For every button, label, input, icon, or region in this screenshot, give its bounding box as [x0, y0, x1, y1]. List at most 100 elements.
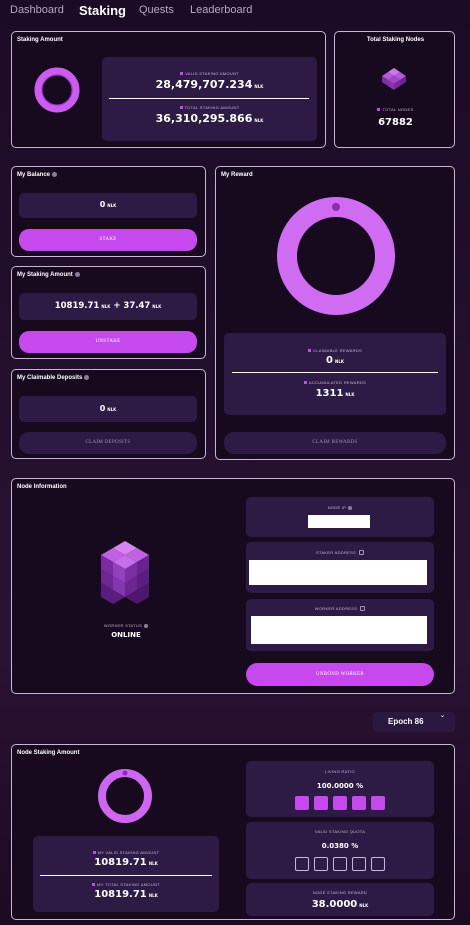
info-icon — [348, 505, 353, 510]
my-staking-title: My Staking Amount — [17, 272, 73, 279]
info-icon — [144, 623, 149, 628]
copy-icon[interactable] — [360, 606, 366, 612]
balance-panel: 0 NLK — [19, 193, 197, 218]
total-staking-unit: NLK — [254, 118, 264, 123]
copy-icon[interactable] — [359, 550, 365, 556]
indicator-square — [295, 796, 309, 810]
staking-amount-panel: VALID STAKING AMOUNT 28,479,707.234 NLK T… — [102, 57, 317, 141]
epoch-label: Epoch 86 — [388, 717, 424, 726]
reward-ring-chart — [277, 197, 395, 315]
node-staking-reward-label: NODE STAKING REWARD — [312, 890, 368, 895]
node-staking-card: Node Staking Amount MY VALID STAKING AMO… — [11, 744, 455, 920]
worker-address-label: WORKER ADDRESS — [314, 606, 358, 611]
deposits-panel: 0 NLK — [19, 396, 197, 422]
staker-address-label: STAKER ADDRESS — [315, 550, 357, 555]
staking-ring-chart — [34, 67, 80, 113]
tab-quests[interactable]: Quests — [139, 4, 174, 16]
indicator-square — [352, 857, 366, 871]
my-staking-value-b: 37.47 — [123, 301, 151, 311]
my-reward-title: My Reward — [221, 172, 253, 178]
indicator-square — [371, 796, 385, 810]
deposits-value: 0 — [99, 404, 106, 413]
staker-address-panel: STAKER ADDRESS — [246, 542, 434, 593]
quota-value: 0.0380 % — [321, 842, 359, 850]
stake-button[interactable]: STAKE — [19, 229, 197, 251]
worker-status-value: ONLINE — [111, 631, 141, 639]
node-ip-panel: NODE IP — [246, 497, 434, 537]
claimable-deposits-card: My Claimable Deposits 0 NLK CLAIM DEPOSIT… — [11, 369, 206, 459]
worker-address-panel: WORKER ADDRESS — [246, 599, 434, 651]
claimable-rewards-value: 0 — [326, 355, 333, 366]
valid-staking-unit: NLK — [254, 84, 264, 89]
divider — [40, 875, 212, 876]
total-nodes-value: 67882 — [378, 117, 413, 128]
info-icon — [74, 272, 80, 277]
balance-unit: NLK — [107, 203, 117, 208]
claimable-deposits-title: My Claimable Deposits — [17, 375, 83, 382]
node-staking-reward-value: 38.0000 — [311, 899, 358, 910]
my-balance-card: My Balance 0 NLK STAKE — [11, 166, 206, 257]
indicator-square — [295, 857, 309, 871]
valid-staking-value: 28,479,707.234 — [155, 78, 253, 91]
my-reward-card: My Reward CLAIMABLE REWARDS 0 NLK ACCUMUL… — [215, 166, 455, 460]
total-nodes-title: Total Staking Nodes — [366, 37, 425, 43]
my-total-staking-label: MY TOTAL STAKING AMOUNT — [97, 882, 160, 887]
my-staking-panel: 10819.71 NLK + 37.47 NLK — [19, 293, 197, 320]
my-valid-staking-label: MY VALID STAKING AMOUNT — [97, 850, 160, 855]
node-staking-reward-panel: NODE STAKING REWARD 38.0000 NLK — [246, 883, 434, 916]
living-ratio-value: 100.0000 % — [316, 782, 364, 790]
epoch-selector[interactable]: Epoch 86 ˇ — [373, 712, 455, 732]
unbond-worker-button[interactable]: UNBOND WORKER — [246, 663, 434, 686]
living-ratio-panel: LIVING RATIO 100.0000 % — [246, 761, 434, 817]
my-staking-value-a: 10819.71 — [54, 301, 100, 311]
deposits-unit: NLK — [107, 407, 117, 412]
indicator-square — [314, 857, 328, 871]
node-staking-ring-chart — [98, 769, 152, 823]
total-staking-value: 36,310,295.866 — [155, 112, 253, 125]
nodes-cube-icon — [382, 68, 406, 90]
my-balance-title: My Balance — [17, 172, 51, 179]
node-staking-title: Node Staking Amount — [17, 750, 80, 756]
tab-dashboard[interactable]: Dashboard — [10, 4, 64, 16]
chevron-down-icon: ˇ — [441, 715, 444, 724]
staking-quota-panel: VALID STAKING QUOTA 0.0380 % — [246, 822, 434, 879]
node-ip-field — [308, 515, 370, 528]
quota-label: VALID STAKING QUOTA — [314, 829, 366, 834]
indicator-square — [352, 796, 366, 810]
info-icon — [52, 172, 58, 177]
tab-staking[interactable]: Staking — [79, 3, 126, 18]
indicator-square — [314, 796, 328, 810]
worker-status-label: WORKER STATUS — [103, 623, 143, 628]
indicator-square — [333, 857, 347, 871]
accumulated-rewards-label: ACCUMULATED REWARDS — [308, 380, 367, 385]
unstake-button[interactable]: UNSTAKE — [19, 331, 197, 353]
indicator-square — [333, 796, 347, 810]
my-valid-staking-value: 10819.71 — [94, 857, 147, 868]
claimable-rewards-label: CLAIMABLE REWARDS — [313, 348, 362, 353]
reward-panel: CLAIMABLE REWARDS 0 NLK ACCUMULATED REWAR… — [224, 333, 446, 415]
tab-leaderboard[interactable]: Leaderboard — [190, 4, 252, 16]
worker-address-field — [251, 616, 427, 644]
node-information-card: Node Information WORKER STATUS ONLINE NO… — [11, 478, 455, 694]
living-ratio-label: LIVING RATIO — [325, 769, 355, 774]
node-information-title: Node Information — [17, 484, 67, 490]
info-icon — [84, 375, 90, 380]
my-staking-card: My Staking Amount 10819.71 NLK + 37.47 NLK… — [11, 266, 206, 359]
node-cube-icon — [101, 541, 149, 604]
indicator-square — [371, 857, 385, 871]
staking-amount-card: Staking Amount VALID STAKING AMOUNT 28,4… — [11, 31, 326, 148]
claim-rewards-button[interactable]: CLAIM REWARDS — [224, 432, 446, 454]
divider — [232, 372, 438, 373]
claim-deposits-button[interactable]: CLAIM DEPOSITS — [19, 432, 197, 454]
staking-amount-title: Staking Amount — [17, 37, 63, 43]
balance-value: 0 — [99, 200, 106, 209]
total-nodes-card: Total Staking Nodes TOTAL NODES 67882 — [334, 31, 455, 148]
total-nodes-label: TOTAL NODES — [382, 107, 414, 112]
divider — [109, 98, 309, 99]
my-total-staking-value: 10819.71 — [94, 889, 147, 900]
staker-address-field — [249, 560, 427, 585]
node-ip-label: NODE IP — [327, 505, 347, 510]
accumulated-rewards-value: 1311 — [315, 388, 344, 399]
total-staking-label: TOTAL STAKING AMOUNT — [184, 105, 240, 110]
valid-staking-label: VALID STAKING AMOUNT — [185, 71, 239, 76]
